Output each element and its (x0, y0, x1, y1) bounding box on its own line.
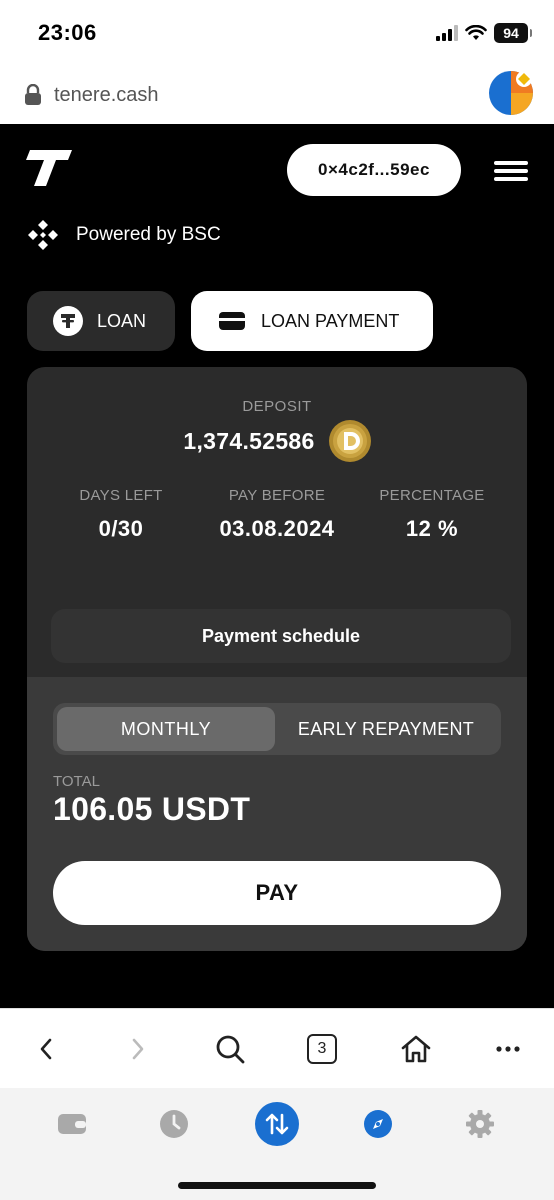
search-icon[interactable] (210, 1031, 250, 1067)
loan-payment-card: DEPOSIT 1,374.52586 DAYS LEFT 0/30 PAY B… (27, 367, 527, 951)
swap-icon[interactable] (255, 1102, 299, 1146)
total-value: 106.05 USDT (53, 791, 251, 827)
pay-button[interactable]: PAY (53, 861, 501, 925)
account-avatar-icon[interactable] (488, 70, 534, 116)
powered-by-text: Powered by BSC (76, 224, 221, 245)
tenere-logo-icon[interactable] (26, 150, 72, 186)
settings-icon[interactable] (458, 1102, 502, 1146)
days-left-value: 0/30 (98, 516, 144, 541)
wifi-icon (465, 25, 487, 40)
status-time: 23:06 (38, 20, 97, 45)
tether-icon (53, 306, 83, 336)
total-label: TOTAL (53, 773, 100, 790)
stat-days-left: DAYS LEFT 0/30 (41, 487, 201, 545)
home-icon[interactable] (396, 1031, 436, 1067)
battery-icon: 94 (494, 23, 532, 43)
repayment-type-toggle: MONTHLY EARLY REPAYMENT (53, 703, 501, 755)
pay-before-label: PAY BEFORE (228, 487, 326, 504)
signal-icon (436, 25, 458, 41)
tabs-icon[interactable]: 3 (302, 1031, 342, 1067)
tabs-count: 3 (307, 1034, 337, 1064)
home-indicator[interactable] (178, 1182, 376, 1189)
back-icon[interactable] (26, 1031, 66, 1067)
browser-nav-bar: 3 (0, 1008, 554, 1088)
segment-early-repayment[interactable]: EARLY REPAYMENT (275, 707, 497, 751)
bsc-icon (28, 220, 58, 250)
status-indicators: 94 (436, 22, 532, 44)
tab-loan[interactable]: LOAN (27, 291, 175, 351)
tab-loan-payment[interactable]: LOAN PAYMENT (191, 291, 433, 351)
deposit-label: DEPOSIT (242, 398, 312, 415)
url-bar[interactable]: tenere.cash (0, 66, 554, 124)
lock-icon (25, 84, 41, 105)
deposit-row: 1,374.52586 (27, 420, 527, 462)
segment-monthly[interactable]: MONTHLY (57, 707, 275, 751)
forward-icon[interactable] (118, 1031, 158, 1067)
tab-loan-payment-label: LOAN PAYMENT (261, 310, 400, 331)
percentage-label: PERCENTAGE (379, 487, 485, 504)
status-bar: 23:06 94 (0, 0, 554, 66)
powered-by: Powered by BSC (26, 218, 221, 252)
percentage-value: 12 % (405, 516, 459, 541)
card-icon (219, 312, 245, 330)
stat-pay-before: PAY BEFORE 03.08.2024 (197, 487, 357, 545)
doge-coin-icon (328, 420, 371, 462)
stat-percentage: PERCENTAGE 12 % (352, 487, 512, 545)
url-text[interactable]: tenere.cash (54, 84, 159, 107)
history-icon[interactable] (152, 1102, 196, 1146)
pay-before-value: 03.08.2024 (219, 516, 335, 541)
deposit-value: 1,374.52586 (183, 427, 315, 454)
tab-loan-label: LOAN (97, 310, 147, 331)
wallet-icon[interactable] (50, 1102, 94, 1146)
payment-section: MONTHLY EARLY REPAYMENT TOTAL 106.05 USD… (27, 677, 527, 951)
wallet-address-button[interactable]: 0×4c2f...59ec (287, 144, 461, 196)
days-left-label: DAYS LEFT (79, 487, 163, 504)
discover-icon[interactable] (356, 1102, 400, 1146)
payment-schedule-button[interactable]: Payment schedule (51, 609, 511, 663)
menu-icon[interactable] (494, 161, 528, 181)
app-content: 0×4c2f...59ec Powered by BSC LOAN LOAN P… (0, 124, 554, 1008)
more-icon[interactable] (488, 1031, 528, 1067)
